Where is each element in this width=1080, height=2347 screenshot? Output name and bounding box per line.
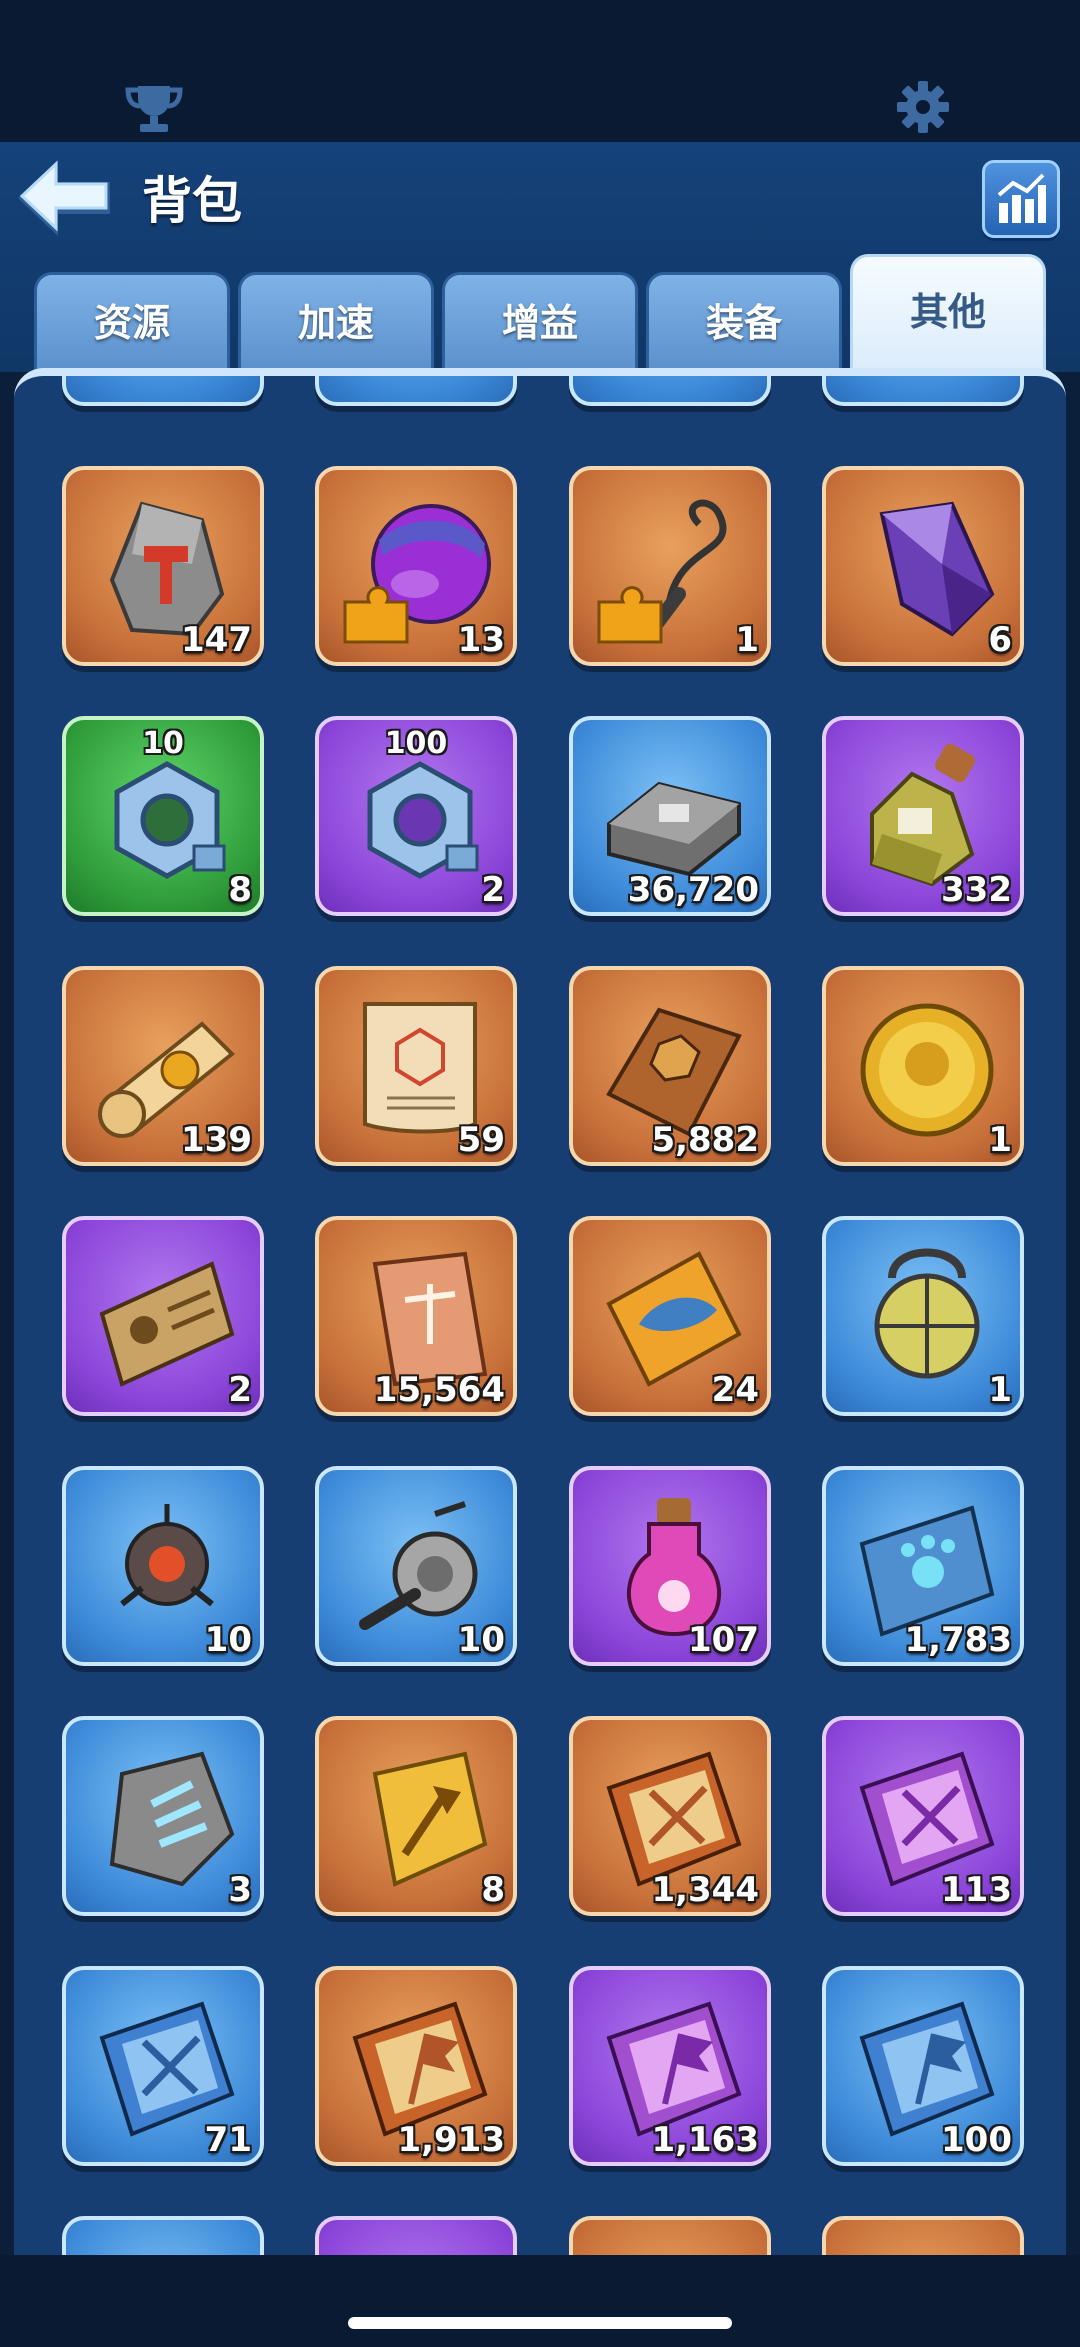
inventory-slot[interactable]: 10: [315, 1466, 517, 1666]
inventory-slot[interactable]: 147: [62, 466, 264, 666]
inventory-slot[interactable]: 2: [62, 1216, 264, 1416]
inventory-slot[interactable]: 1,344: [569, 1716, 771, 1916]
id-tag-icon: [99, 1261, 235, 1387]
item-count: 1,783: [904, 1620, 1012, 1660]
item-count: 8: [228, 870, 252, 910]
item-count: 332: [941, 870, 1012, 910]
inventory-slot[interactable]: 1: [569, 466, 771, 666]
inventory-slot[interactable]: 15,564: [315, 1216, 517, 1416]
inventory-slot[interactable]: 1: [822, 1216, 1024, 1416]
gold-axe-ticket-icon: [372, 1751, 488, 1887]
bottom-bar: [0, 2255, 1080, 2347]
inventory-slot-partial[interactable]: [315, 376, 517, 406]
inventory-slot-partial[interactable]: [315, 2216, 517, 2255]
item-count: 113: [941, 1870, 1012, 1910]
gear-icon[interactable]: [896, 80, 950, 134]
item-count: 100: [941, 2120, 1012, 2160]
stats-button[interactable]: [982, 160, 1060, 238]
item-count: 15,564: [373, 1370, 505, 1410]
gold-coin-icon: [860, 1003, 994, 1137]
tab-buffs[interactable]: 增益: [442, 272, 638, 372]
bar-chart-icon: [997, 173, 1046, 223]
item-count: 8: [481, 1870, 505, 1910]
inventory-slot[interactable]: 10: [62, 1466, 264, 1666]
inventory-slot[interactable]: 8: [315, 1716, 517, 1916]
item-count: 71: [204, 2120, 252, 2160]
purple-crystal-icon: [879, 501, 995, 637]
inventory-slot-partial[interactable]: [62, 2216, 264, 2255]
inventory-grid: 147 13 1 6 10 8 100 2 36,720 332 139 59 …: [14, 368, 1066, 2255]
inventory-slot[interactable]: 59: [315, 966, 517, 1166]
hex-nut-icon: [114, 761, 226, 879]
inventory-slot[interactable]: 3: [62, 1716, 264, 1916]
category-tabs: 资源 加速 增益 装备 其他: [0, 254, 1080, 372]
item-count: 3: [228, 1870, 252, 1910]
inventory-slot[interactable]: 36,720: [569, 716, 771, 916]
inventory-slot-partial[interactable]: [569, 376, 771, 406]
tab-equipment[interactable]: 装备: [646, 272, 842, 372]
inventory-slot[interactable]: 1,163: [569, 1966, 771, 2166]
inventory-slot[interactable]: 1,783: [822, 1466, 1024, 1666]
item-count: 59: [457, 1120, 505, 1160]
item-count: 5,882: [651, 1120, 759, 1160]
back-arrow-icon: [18, 160, 110, 236]
item-count: 10: [457, 1620, 505, 1660]
item-count: 147: [181, 620, 252, 660]
caged-lantern-icon: [874, 1248, 980, 1379]
inventory-slot[interactable]: 113: [822, 1716, 1024, 1916]
item-count: 2: [228, 1370, 252, 1410]
item-count: 6: [988, 620, 1012, 660]
inventory-slot[interactable]: 71: [62, 1966, 264, 2166]
item-count: 2: [481, 870, 505, 910]
item-count: 1: [735, 620, 759, 660]
item-count: 1: [988, 1370, 1012, 1410]
item-count: 24: [711, 1370, 759, 1410]
inventory-slot-partial[interactable]: [569, 2216, 771, 2255]
inventory-slot[interactable]: 100 2: [315, 716, 517, 916]
item-count: 139: [181, 1120, 252, 1160]
inventory-slot[interactable]: 5,882: [569, 966, 771, 1166]
inventory-slot[interactable]: 24: [569, 1216, 771, 1416]
inventory-slot[interactable]: 10 8: [62, 716, 264, 916]
item-count: 1,913: [397, 2120, 505, 2160]
hex-nut-icon: [367, 761, 479, 879]
inventory-slot[interactable]: 100: [822, 1966, 1024, 2166]
home-indicator[interactable]: [348, 2317, 732, 2329]
inventory-slot[interactable]: 13: [315, 466, 517, 666]
tab-speedup[interactable]: 加速: [238, 272, 434, 372]
item-count: 1,163: [651, 2120, 759, 2160]
trophy-icon[interactable]: [124, 82, 184, 134]
inventory-slot[interactable]: 1: [822, 966, 1024, 1166]
item-count: 10: [204, 1620, 252, 1660]
inventory-slot[interactable]: 6: [822, 466, 1024, 666]
item-count: 1,344: [651, 1870, 759, 1910]
tab-resources[interactable]: 资源: [34, 272, 230, 372]
inventory-slot[interactable]: 139: [62, 966, 264, 1166]
item-count: 107: [688, 1620, 759, 1660]
page-title: 背包: [142, 172, 242, 230]
inventory-slot[interactable]: 1,913: [315, 1966, 517, 2166]
inventory-slot[interactable]: 107: [569, 1466, 771, 1666]
item-count: 1: [988, 1120, 1012, 1160]
inventory-slot-partial[interactable]: [62, 376, 264, 406]
claw-stone-icon: [109, 1751, 235, 1887]
whip-fragment-icon: [597, 499, 727, 644]
inventory-slot-partial[interactable]: [822, 2216, 1024, 2255]
back-button[interactable]: [14, 156, 114, 240]
inventory-slot[interactable]: 332: [822, 716, 1024, 916]
item-count: 13: [457, 620, 505, 660]
status-top-bar: [0, 0, 1080, 142]
item-count: 36,720: [627, 870, 759, 910]
tab-other[interactable]: 其他: [850, 254, 1046, 372]
inventory-slot-partial[interactable]: [822, 376, 1024, 406]
